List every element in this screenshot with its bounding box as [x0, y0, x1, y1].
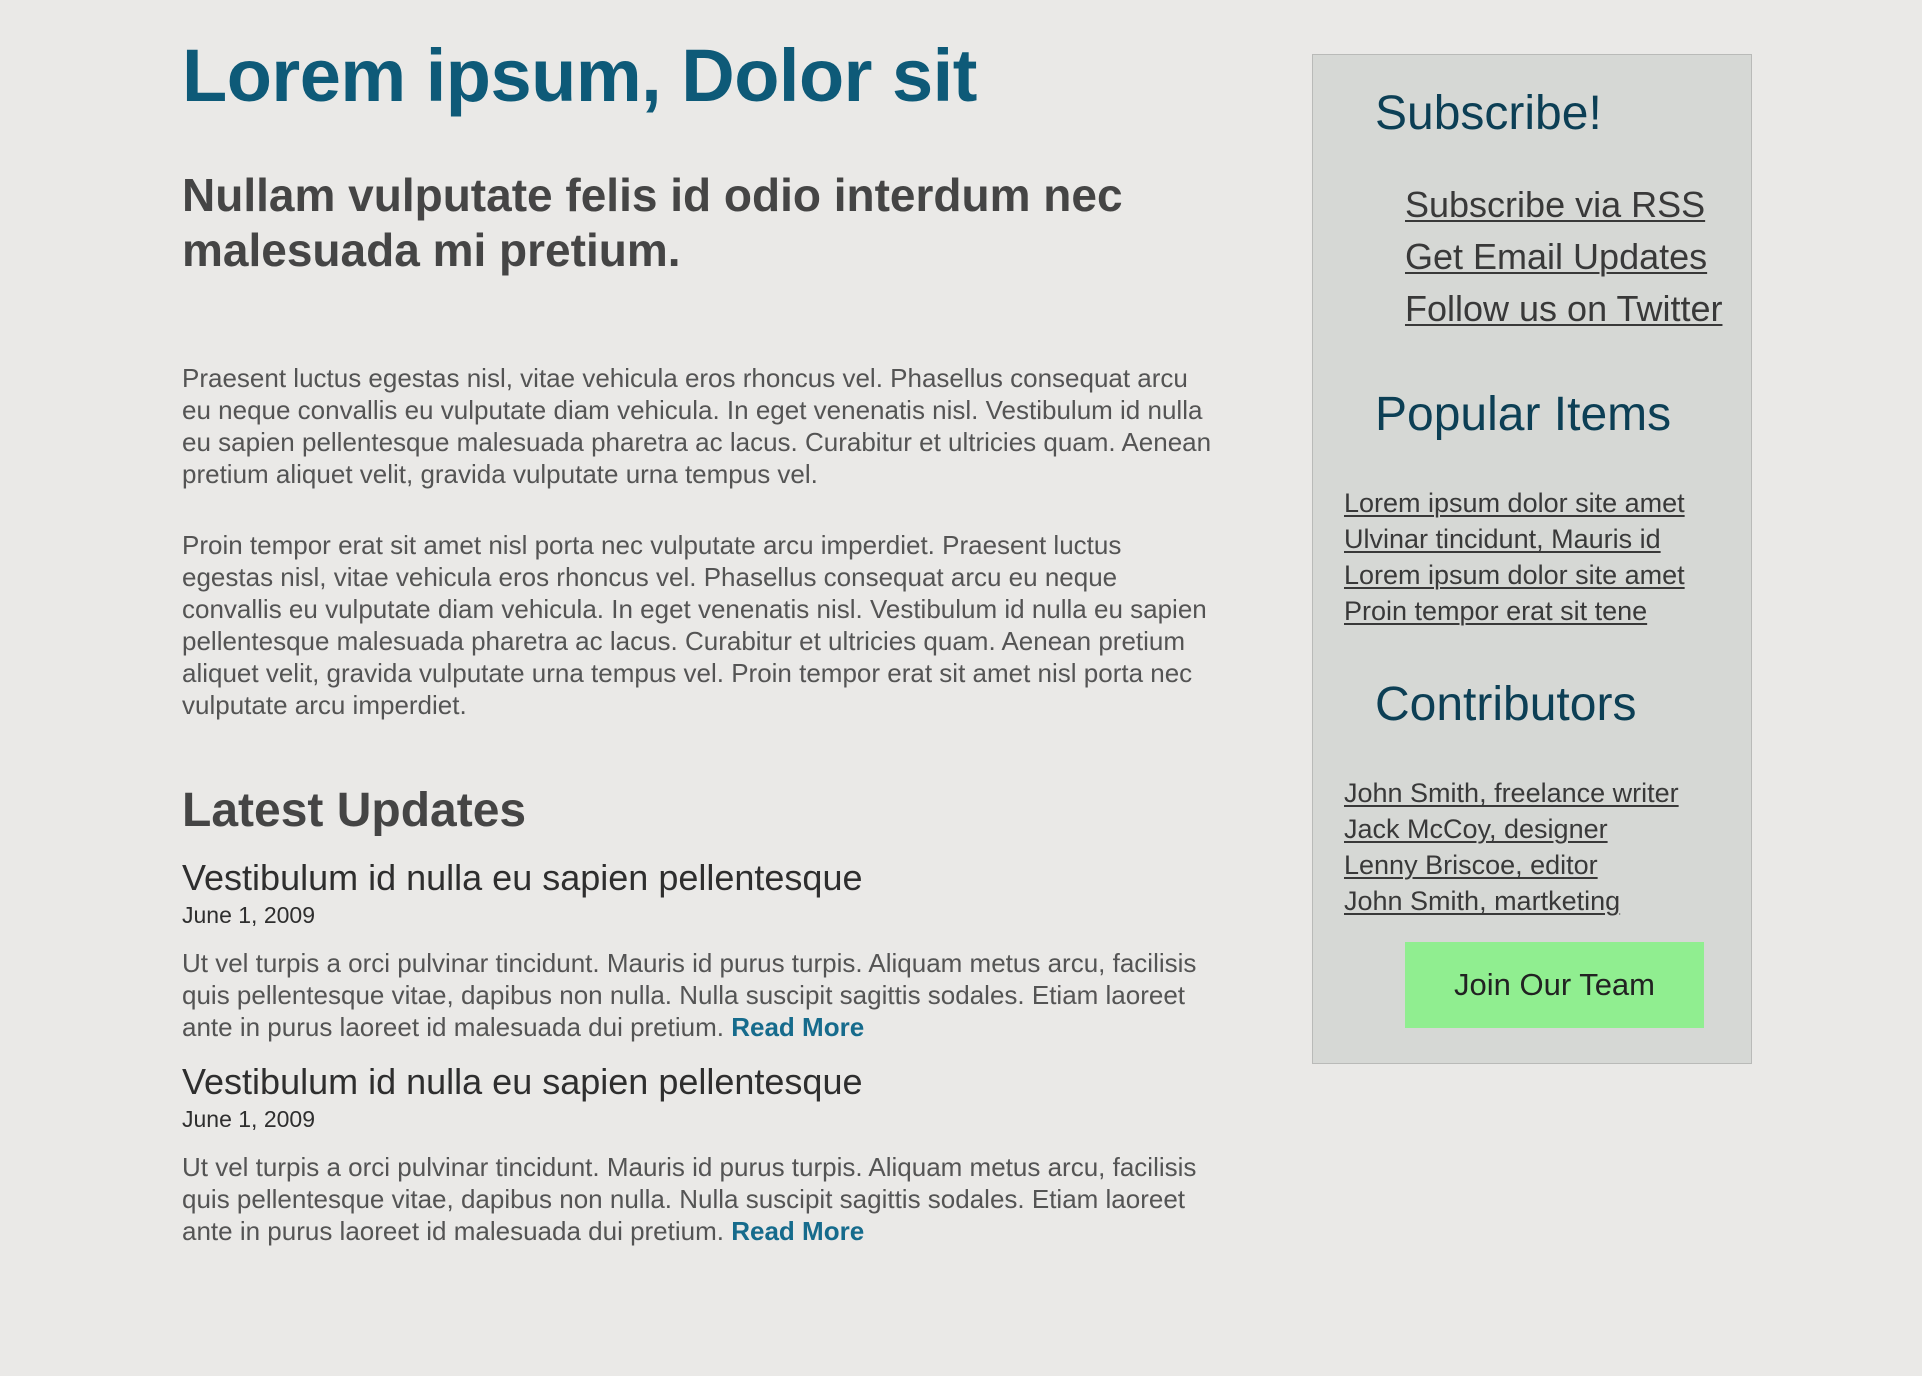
- body-paragraph: Proin tempor erat sit amet nisl porta ne…: [182, 530, 1207, 720]
- intro-paragraph: Praesent luctus egestas nisl, vitae vehi…: [182, 363, 1212, 489]
- update-title: Vestibulum id nulla eu sapien pellentesq…: [182, 1061, 863, 1102]
- contributor-link[interactable]: John Smith, freelance writer: [1344, 778, 1679, 808]
- contributor-link[interactable]: Lenny Briscoe, editor: [1344, 850, 1598, 880]
- update-body-text: Ut vel turpis a orci pulvinar tincidunt.…: [182, 948, 1197, 1042]
- page-subtitle: Nullam vulputate felis id odio interdum …: [182, 169, 1123, 276]
- update-item: Vestibulum id nulla eu sapien pellentesq…: [182, 857, 1212, 1043]
- contributor-item: Lenny Briscoe, editor: [1344, 847, 1679, 883]
- contributors-heading: Contributors: [1375, 678, 1637, 731]
- update-item: Vestibulum id nulla eu sapien pellentesq…: [182, 1061, 1212, 1247]
- sidebar: Subscribe! Subscribe via RSS Get Email U…: [1312, 54, 1752, 1064]
- subscribe-links: Subscribe via RSS Get Email Updates Foll…: [1405, 179, 1722, 335]
- email-updates-link[interactable]: Get Email Updates: [1405, 236, 1707, 277]
- contributor-item: John Smith, freelance writer: [1344, 775, 1679, 811]
- update-body: Ut vel turpis a orci pulvinar tincidunt.…: [182, 1151, 1212, 1247]
- main-content: Lorem ipsum, Dolor sit Nullam vulputate …: [182, 0, 1212, 1247]
- subscribe-item: Follow us on Twitter: [1405, 283, 1722, 335]
- latest-updates-heading: Latest Updates: [182, 784, 527, 837]
- join-our-team-button[interactable]: Join Our Team: [1405, 942, 1704, 1028]
- update-body-text: Ut vel turpis a orci pulvinar tincidunt.…: [182, 1152, 1197, 1246]
- contributor-link[interactable]: John Smith, martketing: [1344, 886, 1620, 916]
- subscribe-rss-link[interactable]: Subscribe via RSS: [1405, 184, 1705, 225]
- contributors-list: John Smith, freelance writer Jack McCoy,…: [1344, 775, 1679, 919]
- read-more-link[interactable]: Read More: [731, 1216, 864, 1246]
- popular-item-link[interactable]: Ulvinar tincidunt, Mauris id: [1344, 524, 1661, 554]
- subscribe-heading: Subscribe!: [1375, 87, 1602, 140]
- twitter-follow-link[interactable]: Follow us on Twitter: [1405, 288, 1722, 329]
- page-title: Lorem ipsum, Dolor sit: [182, 34, 977, 117]
- popular-item-link[interactable]: Lorem ipsum dolor site amet: [1344, 560, 1685, 590]
- subscribe-item: Get Email Updates: [1405, 231, 1722, 283]
- update-date: June 1, 2009: [182, 1106, 316, 1132]
- popular-item: Lorem ipsum dolor site amet: [1344, 485, 1685, 521]
- popular-item: Proin tempor erat sit tene: [1344, 593, 1685, 629]
- read-more-link[interactable]: Read More: [731, 1012, 864, 1042]
- contributor-link[interactable]: Jack McCoy, designer: [1344, 814, 1608, 844]
- popular-item-link[interactable]: Lorem ipsum dolor site amet: [1344, 488, 1685, 518]
- update-body: Ut vel turpis a orci pulvinar tincidunt.…: [182, 947, 1212, 1043]
- contributor-item: Jack McCoy, designer: [1344, 811, 1679, 847]
- update-date: June 1, 2009: [182, 902, 316, 928]
- popular-item: Lorem ipsum dolor site amet: [1344, 557, 1685, 593]
- subscribe-item: Subscribe via RSS: [1405, 179, 1722, 231]
- popular-item: Ulvinar tincidunt, Mauris id: [1344, 521, 1685, 557]
- update-title: Vestibulum id nulla eu sapien pellentesq…: [182, 857, 863, 898]
- popular-item-link[interactable]: Proin tempor erat sit tene: [1344, 596, 1647, 626]
- popular-items-list: Lorem ipsum dolor site amet Ulvinar tinc…: [1344, 485, 1685, 629]
- contributor-item: John Smith, martketing: [1344, 883, 1679, 919]
- popular-items-heading: Popular Items: [1375, 388, 1672, 441]
